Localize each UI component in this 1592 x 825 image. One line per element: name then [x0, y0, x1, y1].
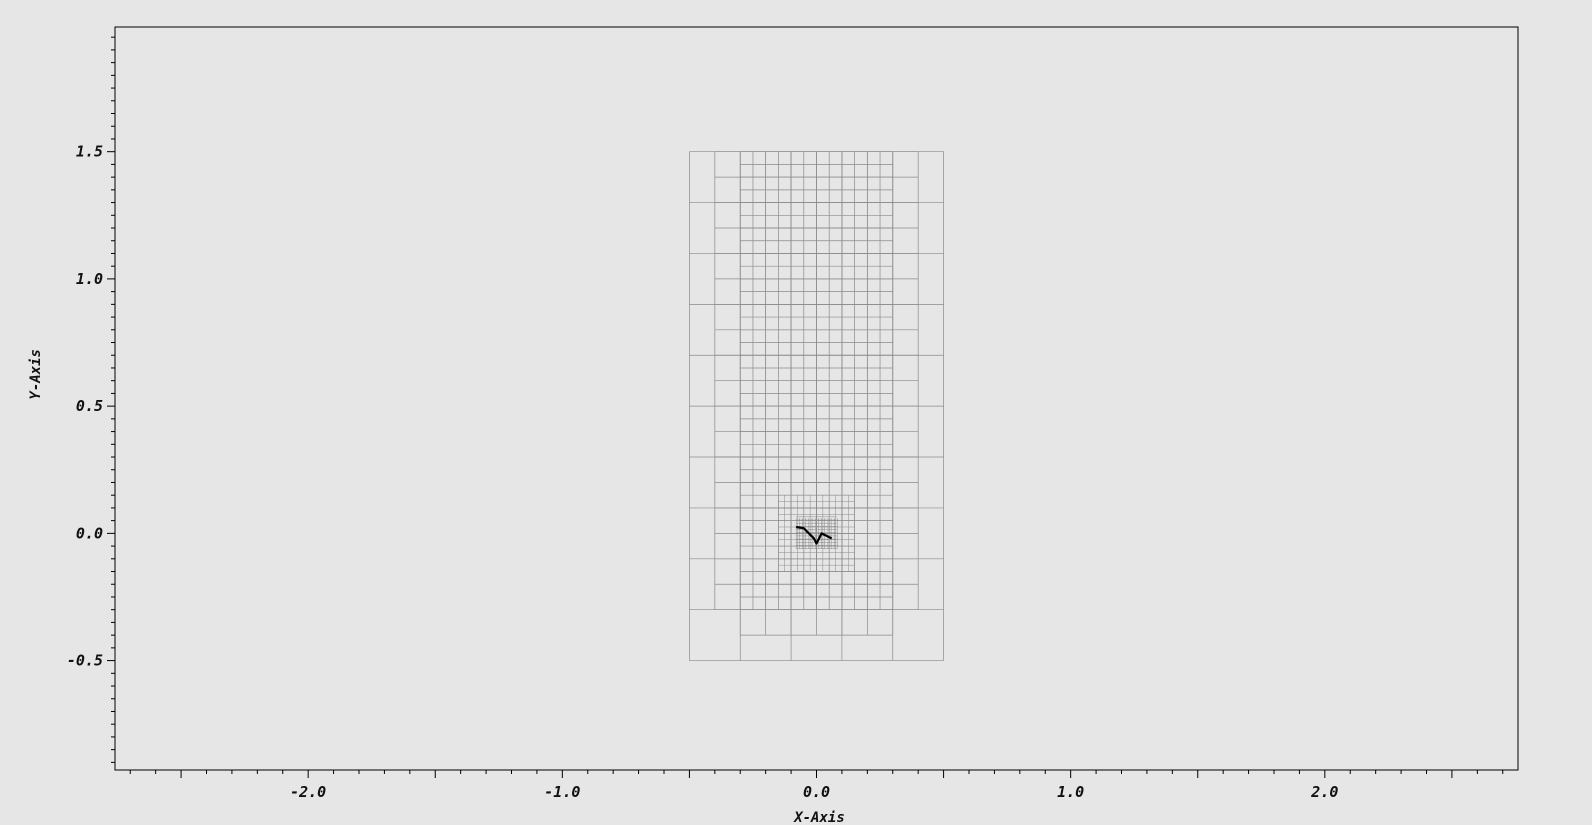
- x-tick-label: 2.0: [1310, 783, 1338, 801]
- y-tick-label: 1.5: [76, 143, 103, 161]
- mesh-level-3: [739, 609, 894, 636]
- y-axis-label: Y-Axis: [28, 349, 44, 400]
- y-tick-label: 0.0: [76, 524, 103, 542]
- mesh-plot: -2.0 -1.0 0.0 1.0 2.0 -0.5 0.0 0.5 1.0 1.5 X-Axi…: [28, 26, 1519, 825]
- x-axis-ticks: -2.0 -1.0 0.0 1.0 2.0: [129, 770, 1504, 801]
- y-tick-label: -0.5: [67, 652, 103, 670]
- x-tick-label: -2.0: [290, 783, 326, 801]
- x-tick-label: 1.0: [1057, 783, 1084, 801]
- mesh-level-4: [778, 494, 855, 572]
- mesh-grid: [689, 151, 944, 661]
- x-axis-label: X-Axis: [793, 810, 845, 825]
- y-axis-ticks: -0.5 0.0 0.5 1.0 1.5: [67, 36, 115, 763]
- y-tick-label: 0.5: [76, 397, 103, 415]
- x-tick-label: -1.0: [544, 783, 580, 801]
- x-tick-label: 0.0: [803, 783, 830, 801]
- y-tick-label: 1.0: [76, 270, 103, 288]
